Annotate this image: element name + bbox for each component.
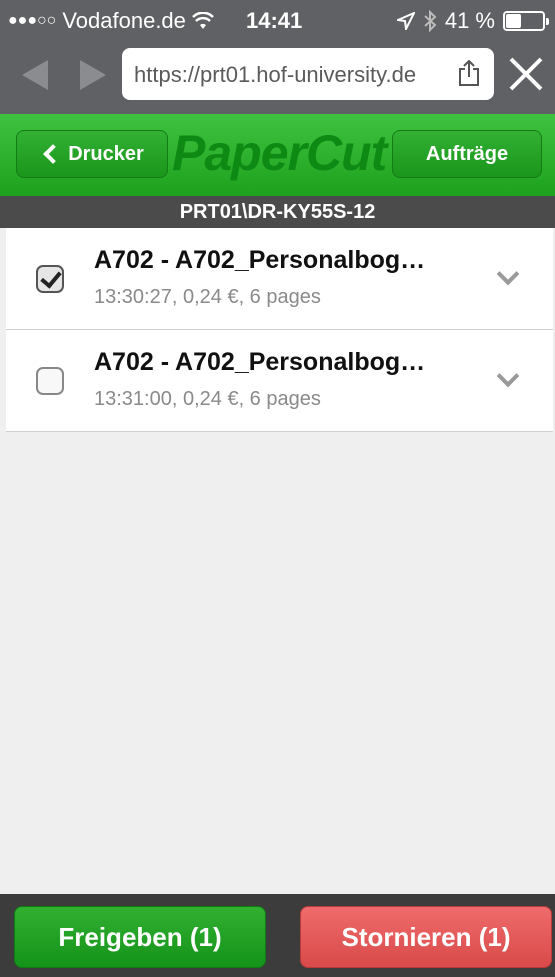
url-text: https://prt01.hof-university.de [134,62,417,87]
signal-strength-icon: ●●●○○ [8,12,57,29]
printers-back-button[interactable]: Drucker [16,130,168,178]
jobs-label: Aufträge [425,142,509,165]
job-meta: 13:31:00, 0,24 €, 6 pages [94,388,321,410]
job-list: A702 - A702_Personalbog… 13:30:27, 0,24 … [6,228,553,432]
job-title: A702 - A702_Personalbog… [94,246,426,274]
url-field[interactable]: https://prt01.hof-university.de [122,48,494,100]
carrier-name: Vodafone.de [62,8,186,33]
action-footer: Freigeben (1) Stornieren (1) [0,894,555,977]
close-icon[interactable] [508,56,544,92]
battery-icon [503,11,549,31]
forward-arrow-icon[interactable] [80,60,106,90]
cancel-button[interactable]: Stornieren (1) [300,906,552,968]
printers-back-label: Drucker [68,142,144,165]
chevron-down-icon[interactable] [496,262,520,286]
app-header: PaperCut Drucker Aufträge [0,114,555,196]
bluetooth-icon [424,10,437,32]
release-button[interactable]: Freigeben (1) [14,906,266,968]
back-arrow-icon[interactable] [22,60,48,90]
wifi-icon [192,12,214,29]
chevron-down-icon[interactable] [496,364,520,388]
share-icon[interactable] [458,60,480,86]
printer-name: PRT01\DR-KY55S-12 [0,196,555,228]
status-bar: ●●●○○ Vodafone.de 14:41 41 % [0,0,555,42]
job-meta: 13:30:27, 0,24 €, 6 pages [94,286,321,308]
chevron-left-icon [43,144,64,164]
job-checkbox[interactable] [36,265,64,293]
clock: 14:41 [246,8,303,33]
browser-toolbar: https://prt01.hof-university.de [0,42,555,114]
empty-content-area [6,432,553,894]
job-item[interactable]: A702 - A702_Personalbog… 13:31:00, 0,24 … [6,330,553,432]
battery-percentage: 41 % [444,8,495,33]
job-item[interactable]: A702 - A702_Personalbog… 13:30:27, 0,24 … [6,228,553,330]
job-title: A702 - A702_Personalbog… [94,348,426,376]
jobs-button[interactable]: Aufträge [392,130,542,178]
location-arrow-icon [396,12,415,30]
papercut-logo: PaperCut [172,125,387,181]
job-checkbox[interactable] [36,367,64,395]
